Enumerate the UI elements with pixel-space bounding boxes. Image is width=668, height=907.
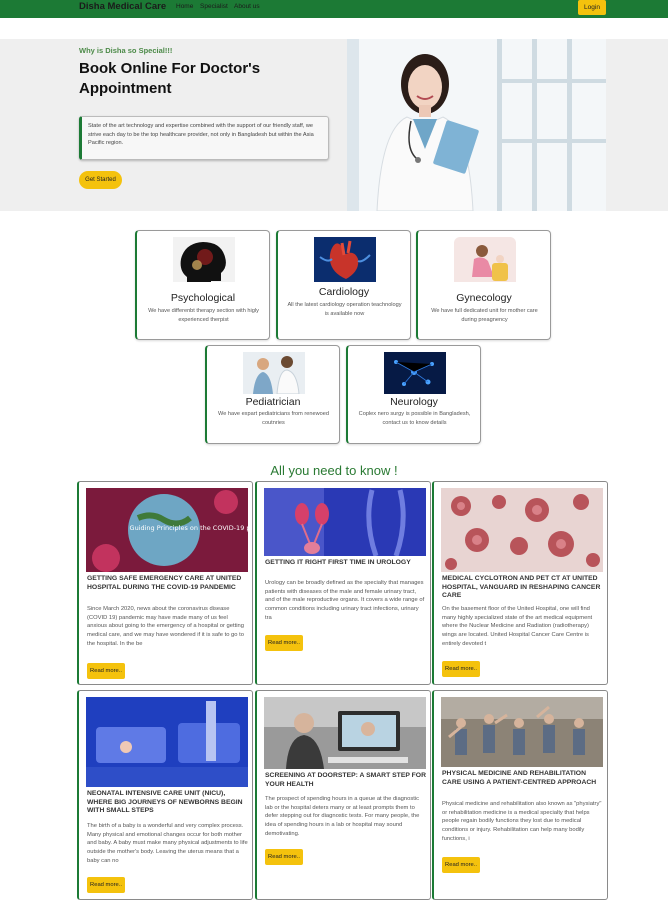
article-title[interactable]: Neonatal Intensive Care Unit (NICU), whe… <box>87 790 249 816</box>
navbar: Disha Medical Care Home Specialist About… <box>0 0 668 18</box>
read-more-button[interactable]: Read more.. <box>265 849 303 865</box>
specialist-card-neurology[interactable]: Neurology Coplex nero surgy is possible … <box>346 345 481 444</box>
heart-image <box>314 237 376 282</box>
doctor-image <box>347 39 606 211</box>
specialist-card-pediatrician[interactable]: Pediatrician We have expart pediatrician… <box>205 345 340 444</box>
rehabilitation-article-image <box>441 697 603 767</box>
specialist-description: All the latest cardiology operation teac… <box>287 302 402 317</box>
specialist-card-cardiology[interactable]: Cardiology All the latest cardiology ope… <box>276 230 411 340</box>
hero-title: Book Online For Doctor's Appointment <box>79 60 261 97</box>
article-title[interactable]: Getting it right first time in urology <box>265 559 427 568</box>
read-more-button[interactable]: Read more.. <box>87 663 125 679</box>
specialist-card-psychological[interactable]: Psychological We have differenbt therapy… <box>135 230 270 340</box>
article-excerpt: Urology can be broadly defined as the sp… <box>265 580 425 621</box>
brain-neurons-image <box>384 352 446 394</box>
nav-link-home[interactable]: Home <box>176 3 193 10</box>
psychology-head-image <box>173 237 235 282</box>
get-started-button[interactable]: Get Started <box>79 171 122 189</box>
hero-section: Why is Disha so Special!!! Book Online F… <box>0 39 668 211</box>
nav-link-specialist[interactable]: Specialist <box>200 3 228 10</box>
article-title[interactable]: Screening at doorstep: A smart step for … <box>265 772 427 789</box>
specialist-description: We have expart pediatricians from renewo… <box>218 411 329 426</box>
hero-description: State of the art technology and expertis… <box>79 116 329 160</box>
cancer-cells-article-image <box>441 488 603 572</box>
article-card: Screening at doorstep: A smart step for … <box>255 690 431 900</box>
nav-link-about[interactable]: About us <box>234 3 260 10</box>
telehealth-article-image <box>264 697 426 769</box>
specialist-description: We have differenbt therapy section with … <box>148 308 259 323</box>
read-more-button[interactable]: Read more.. <box>442 661 480 677</box>
specialist-title: Pediatrician <box>245 396 301 408</box>
hero-subtitle: Why is Disha so Special!!! <box>79 46 173 55</box>
article-excerpt: The birth of a baby is a wonderful and v… <box>87 823 248 864</box>
read-more-button[interactable]: Read more.. <box>87 877 125 893</box>
specialist-title: Neurology <box>390 396 438 408</box>
urology-article-image <box>264 488 426 556</box>
specialist-title: Cardiology <box>318 286 370 298</box>
login-button[interactable]: Login <box>578 0 606 15</box>
article-card: Neonatal Intensive Care Unit (NICU), whe… <box>77 690 253 900</box>
specialist-title: Psychological <box>170 292 236 304</box>
article-card: Getting it right first time in urology U… <box>255 481 431 685</box>
specialist-description: We have full dedicated unit for mother c… <box>431 308 538 323</box>
covid-article-image: Guiding Principles on the COVID-19 pande… <box>86 488 248 572</box>
specialist-title: Gynecology <box>456 292 512 304</box>
read-more-button[interactable]: Read more.. <box>442 857 480 873</box>
mother-care-image <box>454 237 516 282</box>
covid-image-caption: Guiding Principles on the COVID-19 pande… <box>130 524 248 532</box>
specialist-card-gynecology[interactable]: Gynecology We have full dedicated unit f… <box>416 230 551 340</box>
specialist-description: Coplex nero surgy is possible in Banglad… <box>358 411 471 426</box>
read-more-button[interactable]: Read more.. <box>265 635 303 651</box>
article-title[interactable]: Physical medicine and rehabilitation car… <box>442 770 604 787</box>
article-title[interactable]: Getting safe emergency care at United Ho… <box>87 575 249 592</box>
article-card: Medical Cyclotron and PET CT at United H… <box>432 481 608 685</box>
brand-logo[interactable]: Disha Medical Care <box>79 1 166 12</box>
article-excerpt: The prospect of spending hours in a queu… <box>265 796 420 837</box>
article-card: Guiding Principles on the COVID-19 pande… <box>77 481 253 685</box>
article-excerpt: Since March 2020, news about the coronav… <box>87 606 244 647</box>
article-excerpt: On the basement floor of the United Hosp… <box>442 606 593 647</box>
article-excerpt: Physical medicine and rehabilitation als… <box>442 801 602 842</box>
article-card: Physical medicine and rehabilitation car… <box>432 690 608 900</box>
nicu-article-image <box>86 697 248 787</box>
articles-section-title: All you need to know ! <box>270 463 398 478</box>
article-title[interactable]: Medical Cyclotron and PET CT at United H… <box>442 575 604 601</box>
pediatrician-image <box>243 352 305 394</box>
